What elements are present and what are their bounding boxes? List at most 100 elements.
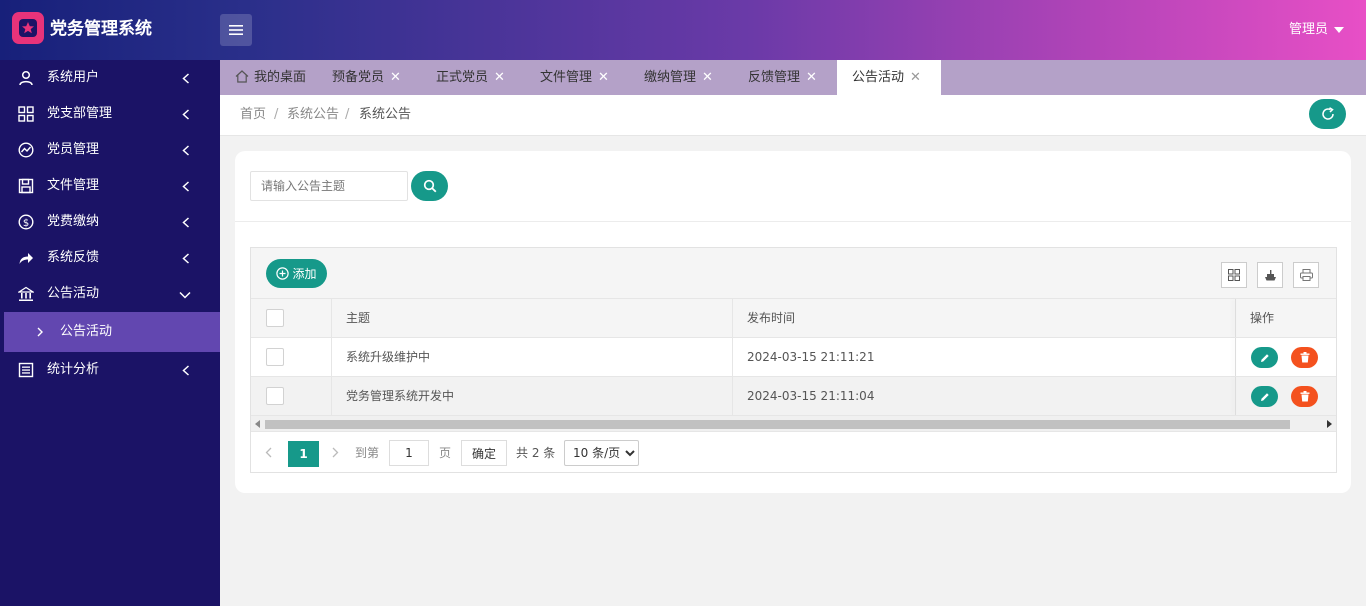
prev-page-icon[interactable] xyxy=(265,447,272,462)
brand-title: 党务管理系统 xyxy=(50,19,152,39)
hamburger-icon xyxy=(229,25,243,35)
search-button[interactable] xyxy=(411,171,448,201)
edit-button[interactable] xyxy=(1251,386,1278,407)
chevron-left-icon xyxy=(182,253,190,264)
tab-bar: 我的桌面 预备党员 ✕ 正式党员 ✕ 文件管理 ✕ 缴纳管理 ✕ 反馈管理 ✕ … xyxy=(220,60,1366,95)
sidebar-item-system-users[interactable]: 系统用户 xyxy=(0,60,220,96)
breadcrumb-home[interactable]: 首页 xyxy=(240,107,266,123)
scrollbar-thumb[interactable] xyxy=(265,420,1290,429)
divider xyxy=(235,221,1351,222)
grid-icon xyxy=(18,106,34,122)
sidebar-item-label: 党员管理 xyxy=(47,142,100,157)
pagination: 1 到第 页 确定 共 2 条 10 条/页 xyxy=(251,433,1336,473)
current-page[interactable]: 1 xyxy=(288,441,319,467)
close-icon[interactable]: ✕ xyxy=(494,60,505,95)
goto-page-input[interactable] xyxy=(389,440,429,466)
close-icon[interactable]: ✕ xyxy=(390,60,401,95)
row-title: 党务管理系统开发中 xyxy=(346,389,455,403)
columns-filter-button[interactable] xyxy=(1221,262,1247,288)
home-icon xyxy=(235,70,249,83)
add-circle-icon xyxy=(276,267,290,280)
column-header-title: 主题 xyxy=(346,311,371,325)
scroll-left-icon[interactable] xyxy=(255,420,260,428)
sidebar: 系统用户 党支部管理 党员管理 文件管理 $ 党费缴纳 系统反馈 公告活动 公告… xyxy=(0,60,220,606)
refresh-icon xyxy=(1321,107,1334,120)
row-checkbox[interactable] xyxy=(266,387,284,405)
row-time: 2024-03-15 21:11:04 xyxy=(747,389,875,403)
print-button[interactable] xyxy=(1293,262,1319,288)
tab-label: 缴纳管理 xyxy=(644,70,697,85)
close-icon[interactable]: ✕ xyxy=(702,60,713,95)
sidebar-item-fees[interactable]: $ 党费缴纳 xyxy=(0,204,220,240)
trash-icon xyxy=(1300,391,1309,402)
user-name: 管理员 xyxy=(1288,22,1328,37)
sidebar-subitem-announcements[interactable]: 公告活动 xyxy=(4,312,220,352)
sidebar-item-branch[interactable]: 党支部管理 xyxy=(0,96,220,132)
next-page-icon[interactable] xyxy=(332,447,339,462)
table-toolbar: 添加 xyxy=(251,248,1336,299)
breadcrumb-separator: / xyxy=(345,107,350,122)
table-header-row: 主题 发布时间 操作 xyxy=(251,299,1336,338)
delete-button[interactable] xyxy=(1291,386,1318,407)
tab-label: 文件管理 xyxy=(540,70,593,85)
search-icon xyxy=(423,179,436,193)
list-icon xyxy=(18,362,34,378)
close-icon[interactable]: ✕ xyxy=(910,60,921,95)
close-icon[interactable]: ✕ xyxy=(598,60,609,95)
row-checkbox[interactable] xyxy=(266,348,284,366)
menu-toggle-button[interactable] xyxy=(220,14,252,46)
sidebar-item-label: 党支部管理 xyxy=(47,106,113,121)
sidebar-item-feedback[interactable]: 系统反馈 xyxy=(0,240,220,276)
delete-button[interactable] xyxy=(1291,347,1318,368)
column-header-time: 发布时间 xyxy=(747,311,796,325)
sidebar-item-label: 系统用户 xyxy=(47,70,100,85)
tab-probationary-members[interactable]: 预备党员 ✕ xyxy=(317,60,421,95)
tab-label: 反馈管理 xyxy=(748,70,801,85)
tab-label: 公告活动 xyxy=(852,70,905,85)
sidebar-item-statistics[interactable]: 统计分析 xyxy=(0,352,220,388)
content-card: 添加 主题 发布时间 操作 xyxy=(235,151,1351,493)
tab-full-members[interactable]: 正式党员 ✕ xyxy=(421,60,525,95)
tab-file-management[interactable]: 文件管理 ✕ xyxy=(525,60,629,95)
sidebar-item-announcements[interactable]: 公告活动 xyxy=(0,276,220,312)
horizontal-scrollbar[interactable] xyxy=(251,416,1336,432)
chevron-left-icon xyxy=(182,181,190,192)
column-header-actions: 操作 xyxy=(1250,311,1275,325)
refresh-button[interactable] xyxy=(1309,99,1346,129)
chevron-left-icon xyxy=(182,109,190,120)
bank-icon xyxy=(18,286,34,301)
add-button[interactable]: 添加 xyxy=(266,259,327,288)
export-button[interactable] xyxy=(1257,262,1283,288)
tab-announcements[interactable]: 公告活动 ✕ xyxy=(837,60,941,95)
search-input[interactable] xyxy=(250,171,408,201)
sidebar-item-files[interactable]: 文件管理 xyxy=(0,168,220,204)
user-icon xyxy=(19,70,33,86)
tab-payment-management[interactable]: 缴纳管理 ✕ xyxy=(629,60,733,95)
confirm-page-button[interactable]: 确定 xyxy=(461,440,507,466)
chart-icon xyxy=(18,142,34,158)
star-icon xyxy=(19,19,37,37)
tab-home[interactable]: 我的桌面 xyxy=(220,60,317,95)
pencil-icon xyxy=(1260,392,1269,401)
page-size-select[interactable]: 10 条/页 xyxy=(564,440,639,466)
select-all-checkbox[interactable] xyxy=(266,309,284,327)
chevron-left-icon xyxy=(182,365,190,376)
page-label: 页 xyxy=(439,446,452,460)
add-button-label: 添加 xyxy=(292,267,317,281)
user-menu[interactable]: 管理员 xyxy=(1289,20,1344,40)
sidebar-item-label: 公告活动 xyxy=(47,286,100,301)
breadcrumb-current: 系统公告 xyxy=(359,107,412,122)
breadcrumb-section[interactable]: 系统公告 xyxy=(287,107,339,123)
chevron-left-icon xyxy=(182,217,190,228)
top-header: 党务管理系统 管理员 xyxy=(0,0,1366,60)
table-row: 党务管理系统开发中 2024-03-15 21:11:04 xyxy=(251,377,1336,416)
close-icon[interactable]: ✕ xyxy=(806,60,817,95)
tab-label: 预备党员 xyxy=(332,70,385,85)
tab-feedback-management[interactable]: 反馈管理 ✕ xyxy=(733,60,837,95)
sidebar-item-label: 统计分析 xyxy=(47,362,100,377)
edit-button[interactable] xyxy=(1251,347,1278,368)
scroll-right-icon[interactable] xyxy=(1327,420,1332,428)
sidebar-item-label: 系统反馈 xyxy=(47,250,100,265)
caret-down-icon xyxy=(1334,27,1344,33)
sidebar-item-members[interactable]: 党员管理 xyxy=(0,132,220,168)
